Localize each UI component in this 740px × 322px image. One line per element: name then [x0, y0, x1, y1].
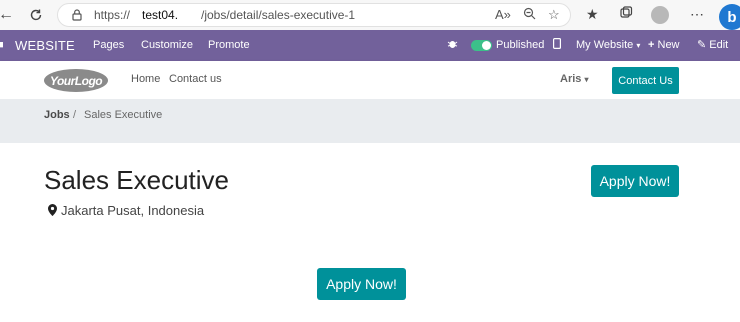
- new-button[interactable]: + New: [648, 30, 680, 61]
- refresh-icon[interactable]: [26, 4, 46, 26]
- job-location: Jakarta Pusat, Indonesia: [48, 203, 204, 218]
- job-location-text: Jakarta Pusat, Indonesia: [61, 203, 205, 218]
- breadcrumb-separator: /: [73, 109, 77, 121]
- user-name: Aris: [560, 73, 582, 85]
- contact-us-button[interactable]: Contact Us: [612, 67, 679, 94]
- url-scheme: https://: [94, 8, 131, 22]
- caret-down-icon: ▾: [584, 75, 589, 84]
- published-label: Published: [496, 39, 545, 51]
- mobile-preview-icon[interactable]: [553, 30, 562, 61]
- breadcrumb-current: Sales Executive: [84, 109, 163, 121]
- menu-item-contact-us[interactable]: Contact us: [169, 73, 222, 85]
- browser-toolbar: ← https:// test04. /jobs/detail/sales-ex…: [0, 0, 740, 30]
- site-header: YourLogo Home Contact us Aris ▾ Contact …: [0, 61, 740, 99]
- zoom-icon[interactable]: [523, 7, 536, 23]
- back-arrow-icon[interactable]: ←: [0, 4, 16, 26]
- pencil-icon: ✎: [697, 39, 707, 51]
- url-path: /jobs/detail/sales-executive-1: [201, 8, 356, 22]
- pages-menu[interactable]: Pages: [93, 30, 124, 61]
- my-website-menu[interactable]: My Website ▾: [576, 30, 640, 61]
- more-menu-icon[interactable]: ⋯: [690, 6, 704, 23]
- customize-menu[interactable]: Customize: [141, 30, 193, 61]
- menu-item-home[interactable]: Home: [131, 73, 160, 85]
- collections-icon[interactable]: [619, 6, 633, 23]
- breadcrumb-jobs-link[interactable]: Jobs: [44, 109, 70, 121]
- edit-label: Edit: [709, 39, 729, 51]
- user-menu[interactable]: Aris ▾: [560, 73, 588, 85]
- new-label: New: [657, 39, 680, 51]
- apps-menu-icon[interactable]: ■: [0, 30, 4, 61]
- favorite-star-icon[interactable]: ☆: [548, 7, 560, 23]
- website-app-label[interactable]: WEBSITE: [15, 30, 75, 61]
- debug-bug-icon[interactable]: [447, 30, 458, 61]
- favorites-icon[interactable]: ★: [586, 6, 599, 23]
- caret-down-icon: ▾: [636, 41, 641, 50]
- profile-avatar-icon[interactable]: [651, 6, 669, 24]
- plus-icon: +: [648, 39, 655, 51]
- site-logo[interactable]: YourLogo: [44, 69, 108, 92]
- published-toggle[interactable]: [471, 40, 492, 51]
- apply-now-button-bottom[interactable]: Apply Now!: [317, 268, 406, 300]
- map-pin-icon: [48, 204, 57, 216]
- logo-text: YourLogo: [49, 73, 103, 88]
- url-host: test04.: [142, 8, 179, 22]
- breadcrumb: Jobs / Sales Executive: [0, 99, 740, 143]
- website-editor-bar: ■ WEBSITE Pages Customize Promote Publis…: [0, 30, 740, 61]
- bing-icon[interactable]: b: [719, 4, 740, 30]
- promote-menu[interactable]: Promote: [208, 30, 250, 61]
- my-website-label: My Website: [576, 39, 634, 51]
- edit-button[interactable]: ✎ Edit: [697, 30, 728, 61]
- address-bar[interactable]: https:// test04. /jobs/detail/sales-exec…: [57, 3, 571, 27]
- read-aloud-icon[interactable]: A»: [495, 7, 511, 22]
- apply-now-button-top[interactable]: Apply Now!: [591, 165, 679, 197]
- lock-icon[interactable]: [70, 8, 84, 22]
- job-title: Sales Executive: [44, 165, 229, 195]
